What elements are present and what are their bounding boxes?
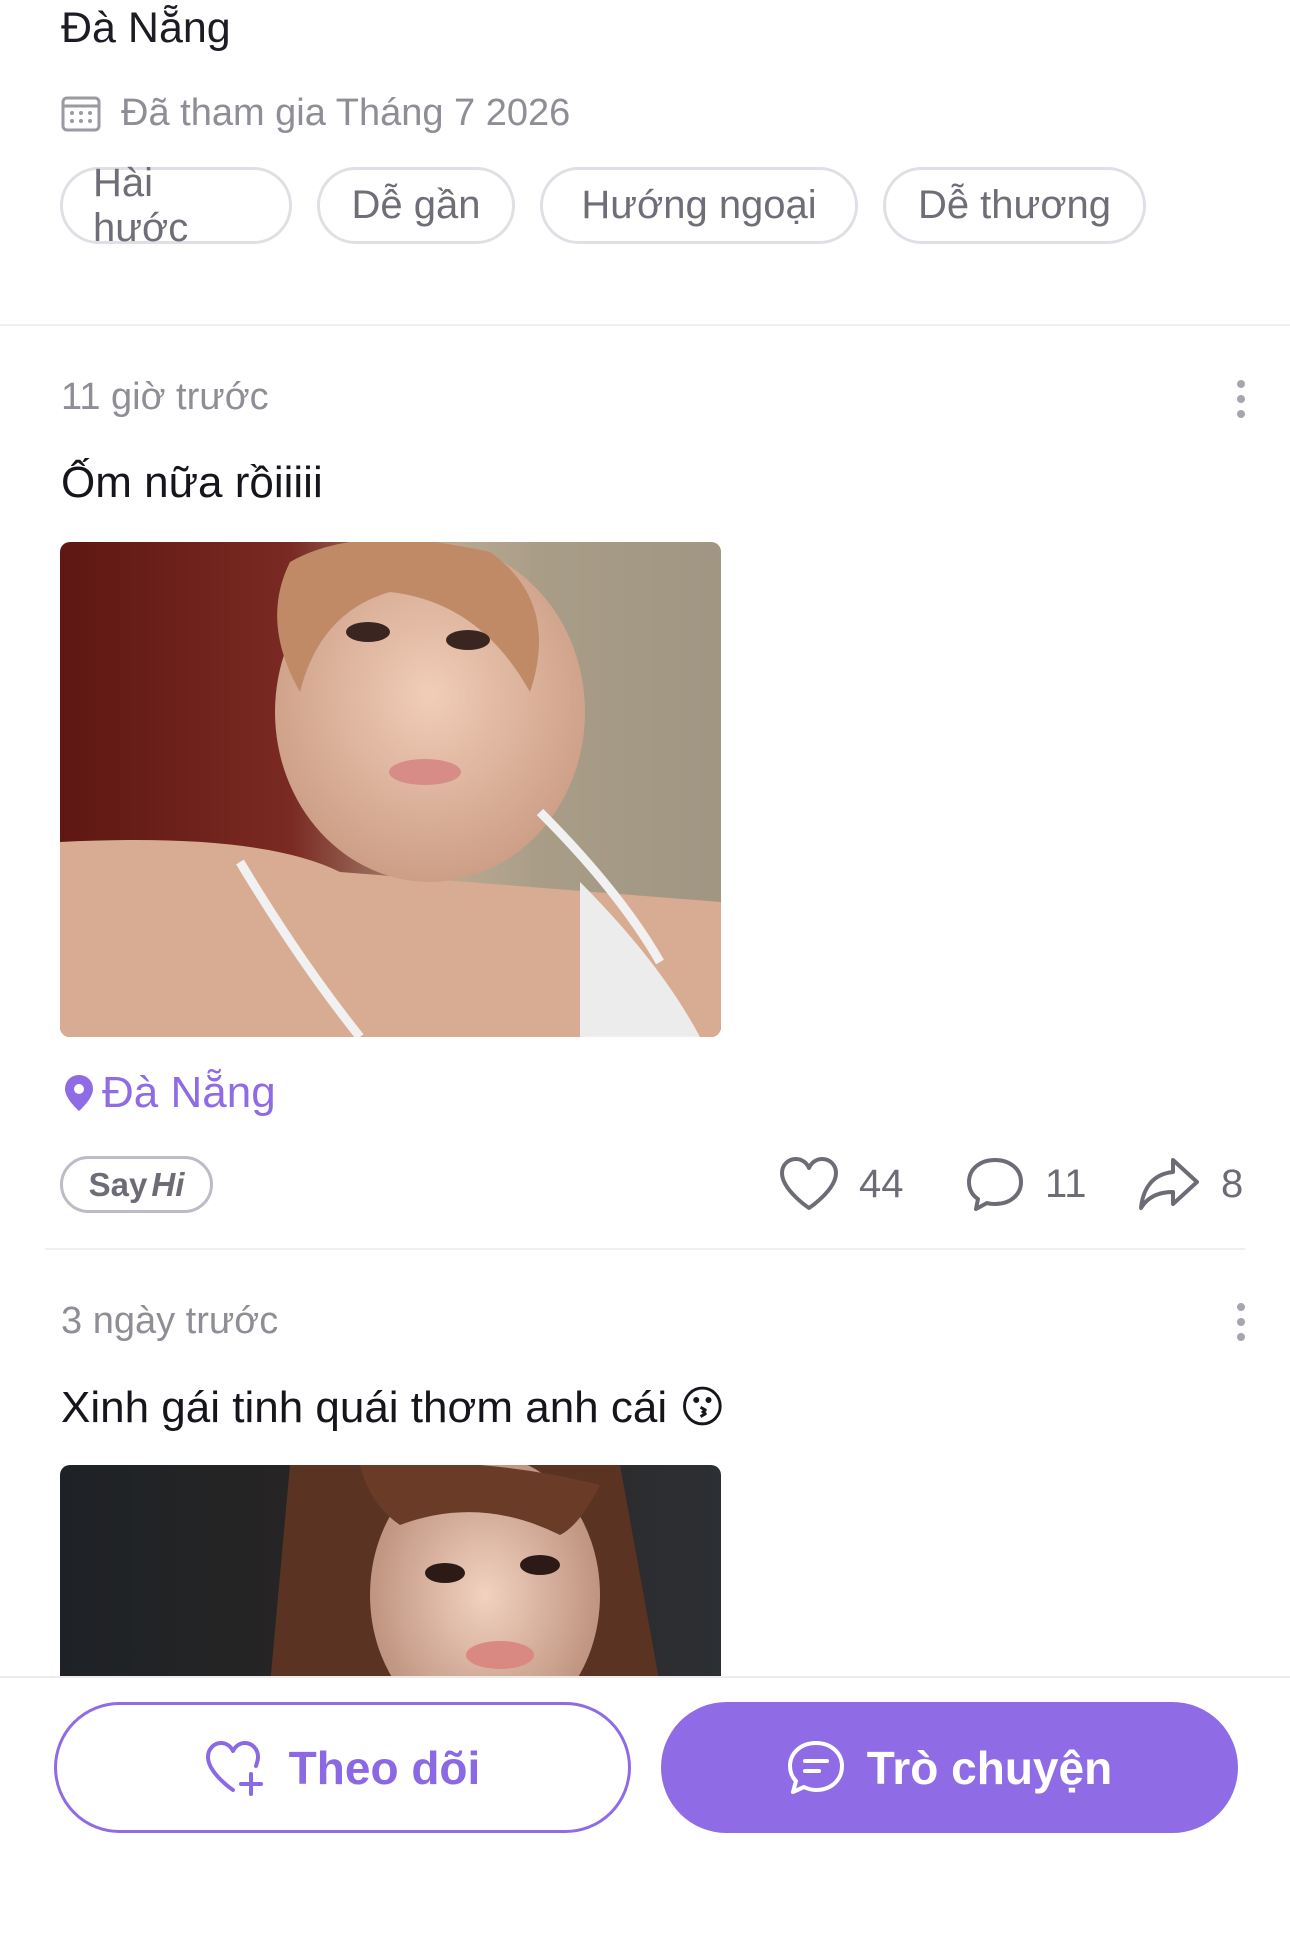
- share-icon: [1139, 1158, 1199, 1210]
- post-location[interactable]: Đà Nẵng: [64, 1068, 276, 1118]
- post-photo-image: [60, 542, 721, 1037]
- follow-label: Theo dõi: [288, 1741, 481, 1794]
- like-count: 44: [859, 1161, 904, 1206]
- post-photo-image: [60, 1465, 721, 1685]
- chat-label: Trò chuyện: [866, 1741, 1113, 1794]
- heart-plus-icon: [205, 1740, 263, 1796]
- heart-icon: [780, 1157, 838, 1210]
- follow-button[interactable]: Theo dõi: [54, 1702, 631, 1833]
- comment-button[interactable]: 11: [965, 1156, 1087, 1212]
- share-button[interactable]: 8: [1137, 1156, 1243, 1212]
- more-vertical-icon[interactable]: [1226, 377, 1256, 421]
- post-divider: [45, 1248, 1245, 1250]
- post-text: Xinh gái tinh quái thơm anh cái 😗: [61, 1383, 726, 1432]
- calendar-icon: [61, 96, 101, 132]
- say-hi-button[interactable]: Say Hi: [60, 1156, 213, 1213]
- say-hi-label-say: Say: [88, 1165, 148, 1203]
- joined-date-text: Đã tham gia Tháng 7 2026: [121, 91, 571, 134]
- joined-date-row: Đã tham gia Tháng 7 2026: [61, 88, 570, 138]
- profile-city: Đà Nẵng: [61, 4, 231, 52]
- section-divider: [0, 324, 1290, 326]
- like-button[interactable]: 44: [779, 1156, 904, 1212]
- interest-tag[interactable]: Dễ thương: [883, 167, 1146, 244]
- chat-bubble-icon: [787, 1740, 844, 1794]
- comment-icon: [967, 1158, 1023, 1211]
- chat-button[interactable]: Trò chuyện: [661, 1702, 1238, 1833]
- say-hi-label-hi: Hi: [151, 1165, 185, 1203]
- post-timestamp: 3 ngày trước: [61, 1300, 279, 1342]
- profile-header: Đà Nẵng Đã tham gia Tháng 7 2026 Hài hướ…: [0, 0, 1290, 326]
- post-photo[interactable]: [60, 542, 721, 1037]
- location-pin-icon: [65, 1075, 93, 1111]
- post-timestamp: 11 giờ trước: [61, 376, 269, 418]
- post-text: Ốm nữa rồiiiii: [61, 458, 323, 507]
- interest-tags: Hài hước Dễ gần Hướng ngoại Dễ thương: [60, 161, 1171, 250]
- post-location-text: Đà Nẵng: [102, 1068, 276, 1117]
- interest-tag[interactable]: Dễ gần: [317, 167, 515, 244]
- share-count: 8: [1221, 1161, 1244, 1206]
- post-photo[interactable]: [60, 1465, 721, 1685]
- more-vertical-icon[interactable]: [1226, 1300, 1256, 1344]
- interest-tag[interactable]: Hướng ngoại: [540, 167, 858, 244]
- bottom-action-bar: Theo dõi Trò chuyện: [0, 1676, 1290, 1948]
- interest-tag[interactable]: Hài hước: [60, 161, 292, 250]
- comment-count: 11: [1045, 1161, 1087, 1206]
